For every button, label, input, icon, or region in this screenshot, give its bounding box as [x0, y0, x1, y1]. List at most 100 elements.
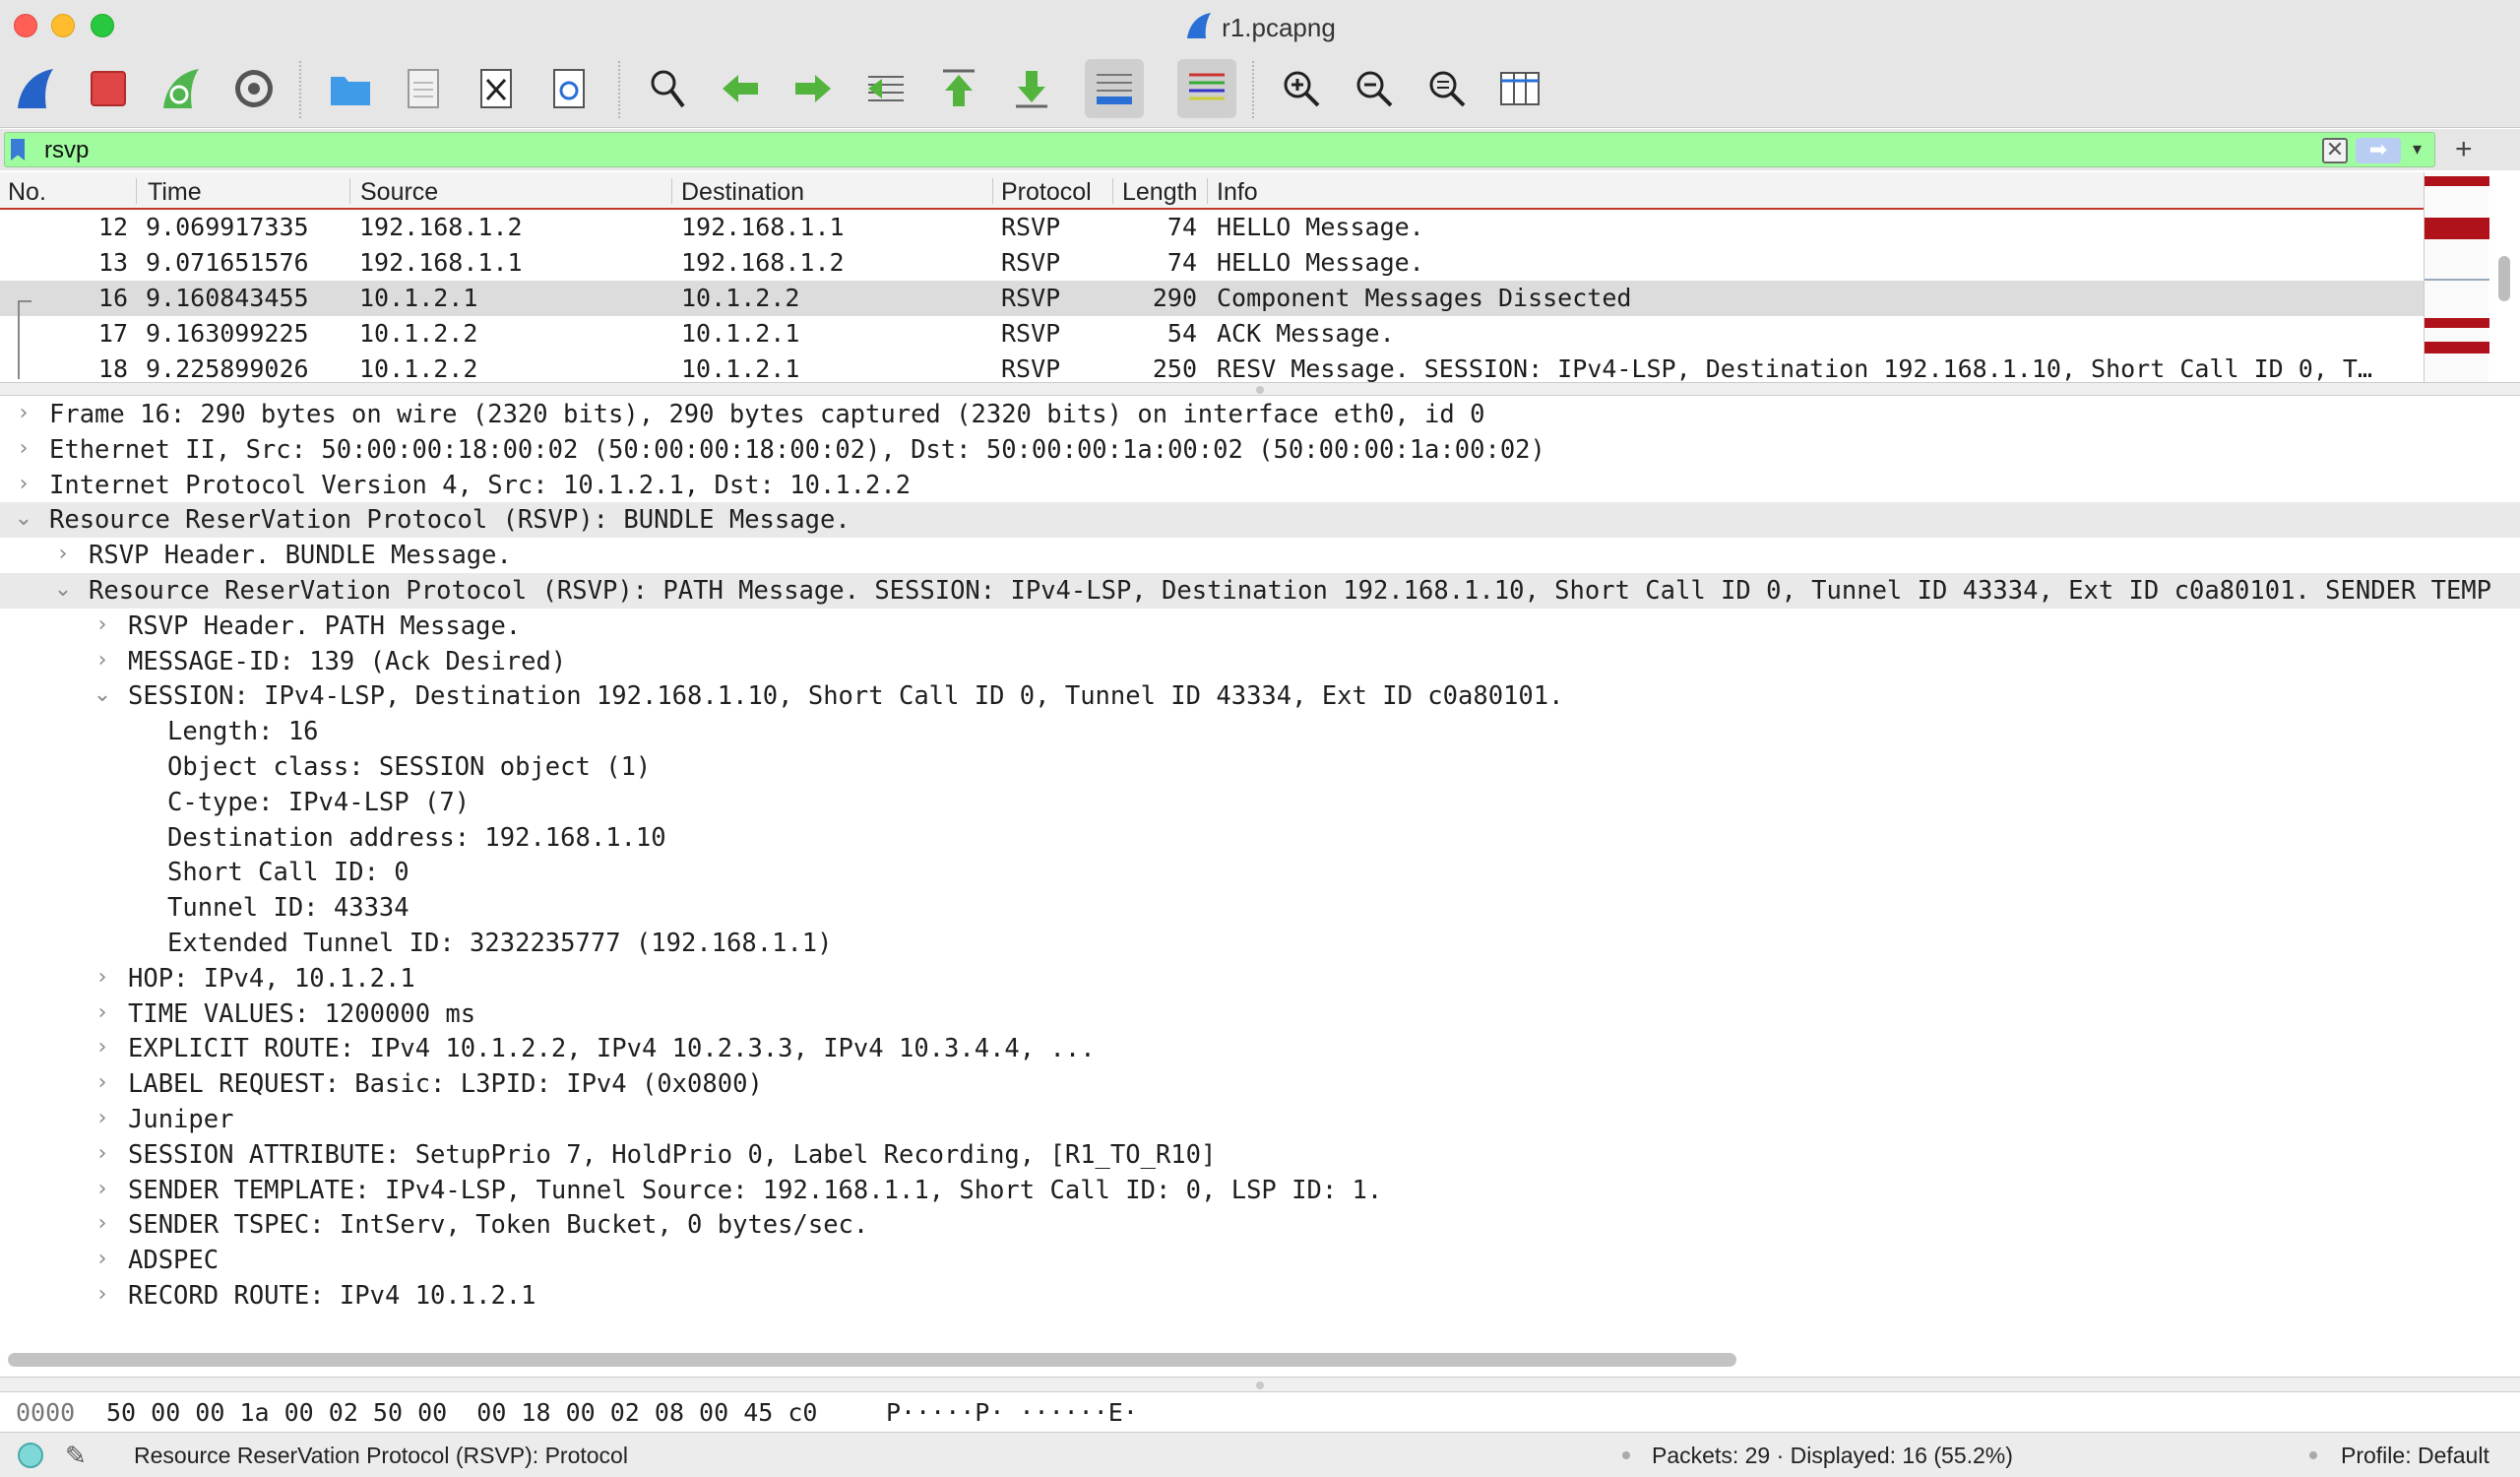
column-header-source[interactable]: Source: [360, 178, 438, 207]
pane-splitter[interactable]: [0, 382, 2520, 396]
detail-tree-row[interactable]: › RECORD ROUTE: IPv4 10.1.2.1: [0, 1278, 2520, 1314]
bytes-hex[interactable]: 50 00 00 1a 00 02 50 00 00 18 00 02 08 0…: [106, 1398, 817, 1427]
filter-text[interactable]: rsvp: [44, 137, 89, 164]
capture-comment-icon[interactable]: ✎: [65, 1441, 87, 1471]
display-filter-input[interactable]: rsvp ✕ ➡ ▾: [4, 132, 2435, 167]
collapse-chevron-icon[interactable]: ›: [93, 1070, 112, 1095]
detail-tree-row[interactable]: › RSVP Header. BUNDLE Message.: [0, 538, 2520, 573]
packet-row-selected[interactable]: 16 9.160843455 10.1.2.1 10.1.2.2 RSVP 29…: [0, 281, 2424, 316]
zoom-in-icon[interactable]: [1272, 59, 1331, 118]
pane-splitter[interactable]: [0, 1377, 2520, 1392]
detail-tree-row[interactable]: › Juniper: [0, 1102, 2520, 1137]
column-header-info[interactable]: Info: [1217, 178, 1258, 207]
status-separator: [2309, 1451, 2317, 1459]
expand-chevron-icon[interactable]: ⌄: [14, 506, 33, 531]
open-file-icon[interactable]: [321, 59, 380, 118]
collapse-chevron-icon[interactable]: ›: [93, 1106, 112, 1130]
detail-tree-row[interactable]: › Frame 16: 290 bytes on wire (2320 bits)…: [0, 397, 2520, 432]
detail-tree-row[interactable]: › MESSAGE-ID: 139 (Ack Desired): [0, 644, 2520, 679]
save-file-icon[interactable]: [394, 59, 453, 118]
detail-tree-row[interactable]: › SESSION ATTRIBUTE: SetupPrio 7, HoldPri…: [0, 1137, 2520, 1173]
detail-tree-row[interactable]: Length: 16: [0, 714, 2520, 749]
detail-tree-row[interactable]: › TIME VALUES: 1200000 ms: [0, 996, 2520, 1032]
detail-tree-row[interactable]: › ADSPEC: [0, 1243, 2520, 1278]
start-capture-icon[interactable]: [6, 59, 65, 118]
detail-tree-row[interactable]: › SENDER TEMPLATE: IPv4-LSP, Tunnel Sourc…: [0, 1173, 2520, 1208]
collapse-chevron-icon[interactable]: ›: [93, 1177, 112, 1201]
go-back-icon[interactable]: [711, 59, 770, 118]
collapse-chevron-icon[interactable]: ›: [93, 1141, 112, 1166]
restart-capture-icon[interactable]: [152, 59, 211, 118]
detail-tree-label: Internet Protocol Version 4, Src: 10.1.2…: [49, 471, 912, 500]
column-header-time[interactable]: Time: [148, 178, 202, 207]
detail-tree-row[interactable]: Extended Tunnel ID: 3232235777 (192.168.…: [0, 926, 2520, 961]
resize-columns-icon[interactable]: [1490, 59, 1549, 118]
packet-row[interactable]: 12 9.069917335 192.168.1.2 192.168.1.1 R…: [0, 210, 2424, 245]
detail-tree-label: Tunnel ID: 43334: [167, 893, 410, 923]
collapse-chevron-icon[interactable]: ›: [93, 1282, 112, 1307]
collapse-chevron-icon[interactable]: ›: [93, 612, 112, 637]
collapse-chevron-icon[interactable]: ›: [14, 436, 33, 461]
collapse-chevron-icon[interactable]: ›: [93, 965, 112, 990]
detail-tree-label: EXPLICIT ROUTE: IPv4 10.1.2.2, IPv4 10.2…: [128, 1034, 1096, 1063]
detail-tree-row[interactable]: ⌄ SESSION: IPv4-LSP, Destination 192.168.…: [0, 678, 2520, 714]
find-packet-icon[interactable]: [638, 59, 697, 118]
reload-file-icon[interactable]: [539, 59, 598, 118]
stop-capture-icon[interactable]: [79, 59, 138, 118]
apply-filter-button[interactable]: ➡: [2356, 138, 2401, 163]
toolbar-separator: [1252, 61, 1254, 118]
column-header-protocol[interactable]: Protocol: [1001, 178, 1092, 207]
add-filter-button[interactable]: +: [2455, 133, 2473, 166]
detail-tree-row[interactable]: › RSVP Header. PATH Message.: [0, 609, 2520, 644]
close-file-icon[interactable]: [467, 59, 526, 118]
go-to-packet-icon[interactable]: [856, 59, 915, 118]
detail-tree-row[interactable]: Destination address: 192.168.1.10: [0, 820, 2520, 856]
collapse-chevron-icon[interactable]: ›: [14, 401, 33, 425]
colorize-icon[interactable]: [1177, 59, 1236, 118]
packet-bytes-pane: 0000 50 00 00 1a 00 02 50 00 00 18 00 02…: [0, 1392, 2520, 1432]
detail-tree-row[interactable]: › HOP: IPv4, 10.1.2.1: [0, 961, 2520, 996]
last-packet-icon[interactable]: [1002, 59, 1061, 118]
detail-tree-row[interactable]: › EXPLICIT ROUTE: IPv4 10.1.2.2, IPv4 10.…: [0, 1031, 2520, 1066]
expert-info-icon[interactable]: [18, 1443, 43, 1468]
packet-minimap[interactable]: [2424, 172, 2489, 382]
expand-chevron-icon[interactable]: ⌄: [93, 682, 112, 707]
column-header-length[interactable]: Length: [1122, 178, 1205, 207]
profile-selector[interactable]: Profile: Default: [2341, 1443, 2489, 1469]
detail-tree-row[interactable]: › SENDER TSPEC: IntServ, Token Bucket, 0 …: [0, 1207, 2520, 1243]
expand-chevron-icon[interactable]: ⌄: [53, 577, 73, 602]
column-header-no[interactable]: No.: [8, 178, 46, 207]
detail-tree-row[interactable]: Tunnel ID: 43334: [0, 890, 2520, 926]
detail-tree-row[interactable]: › LABEL REQUEST: Basic: L3PID: IPv4 (0x08…: [0, 1066, 2520, 1102]
detail-tree-row[interactable]: ⌄ Resource ReserVation Protocol (RSVP): B…: [0, 502, 2520, 538]
capture-options-icon[interactable]: [224, 59, 284, 118]
collapse-chevron-icon[interactable]: ›: [53, 542, 73, 566]
normal-size-icon[interactable]: [1418, 59, 1477, 118]
detail-tree-row[interactable]: ⌄ Resource ReserVation Protocol (RSVP): P…: [0, 573, 2520, 609]
filter-history-dropdown[interactable]: ▾: [2413, 139, 2422, 160]
packet-row[interactable]: 17 9.163099225 10.1.2.2 10.1.2.1 RSVP 54…: [0, 316, 2424, 352]
clear-filter-button[interactable]: ✕: [2322, 138, 2348, 163]
column-header-destination[interactable]: Destination: [681, 178, 804, 207]
first-packet-icon[interactable]: [929, 59, 988, 118]
detail-tree-row[interactable]: › Internet Protocol Version 4, Src: 10.1.…: [0, 468, 2520, 503]
zoom-out-icon[interactable]: [1345, 59, 1404, 118]
bytes-ascii[interactable]: P·····P· ······E·: [886, 1398, 1138, 1427]
detail-tree-row[interactable]: › Ethernet II, Src: 50:00:00:18:00:02 (50…: [0, 432, 2520, 468]
collapse-chevron-icon[interactable]: ›: [93, 1211, 112, 1236]
detail-tree-row[interactable]: Object class: SESSION object (1): [0, 749, 2520, 785]
go-forward-icon[interactable]: [784, 59, 843, 118]
collapse-chevron-icon[interactable]: ›: [93, 1000, 112, 1025]
details-horizontal-scrollbar[interactable]: [8, 1353, 1736, 1367]
packet-list-scrollbar[interactable]: [2498, 256, 2510, 301]
collapse-chevron-icon[interactable]: ›: [93, 648, 112, 673]
detail-tree-label: Destination address: 192.168.1.10: [167, 823, 666, 853]
detail-tree-row[interactable]: C-type: IPv4-LSP (7): [0, 785, 2520, 820]
detail-tree-row[interactable]: Short Call ID: 0: [0, 855, 2520, 890]
collapse-chevron-icon[interactable]: ›: [93, 1035, 112, 1060]
collapse-chevron-icon[interactable]: ›: [93, 1247, 112, 1271]
autoscroll-icon[interactable]: [1085, 59, 1144, 118]
bookmark-icon[interactable]: [11, 139, 25, 161]
collapse-chevron-icon[interactable]: ›: [14, 472, 33, 496]
packet-row[interactable]: 13 9.071651576 192.168.1.1 192.168.1.2 R…: [0, 245, 2424, 281]
